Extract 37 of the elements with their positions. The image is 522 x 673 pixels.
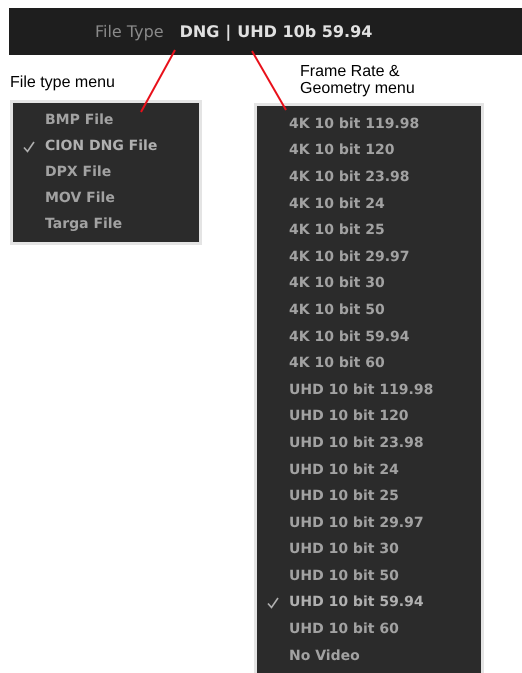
menu-item[interactable]: UHD 10 bit 23.98 [257, 430, 481, 457]
menu-item[interactable]: UHD 10 bit 119.98 [257, 376, 481, 404]
menu-item[interactable]: 4K 10 bit 60 [257, 350, 481, 377]
leader-line [251, 50, 287, 110]
menu-item[interactable]: UHD 10 bit 29.97 [257, 510, 481, 536]
menu-item[interactable]: No Video [257, 642, 481, 670]
menu-item[interactable]: UHD 10 bit 30 [257, 536, 481, 564]
menu-item[interactable]: UHD 10 bit 59.94 [257, 590, 481, 616]
menu-caption: Frame Rate & [300, 63, 401, 80]
menu-item[interactable]: MOV File [13, 185, 199, 212]
menu-item[interactable]: 4K 10 bit 50 [257, 297, 481, 324]
menu-item[interactable]: DPX File [13, 160, 199, 186]
menu-item[interactable]: CION DNG File [13, 134, 199, 160]
menu-item[interactable]: UHD 10 bit 50 [257, 563, 481, 590]
menu-item[interactable]: 4K 10 bit 24 [257, 190, 481, 218]
menu-caption: File type menu [10, 73, 116, 93]
checkmark-icon [23, 140, 35, 153]
checkmark-icon [267, 596, 279, 609]
file-type-value[interactable]: DNG [180, 20, 220, 44]
menu-item[interactable]: 4K 10 bit 25 [257, 217, 481, 244]
leader-line [140, 50, 176, 112]
menu-item[interactable]: Targa File [13, 211, 199, 237]
menu-item[interactable]: 4K 10 bit 119.98 [257, 111, 481, 138]
separator: | [225, 20, 232, 43]
menu-item[interactable]: UHD 10 bit 25 [257, 483, 481, 510]
format-value[interactable]: UHD 10b 59.94 [237, 20, 372, 44]
menu-item[interactable]: 4K 10 bit 30 [257, 270, 481, 298]
menu-item[interactable]: UHD 10 bit 24 [257, 456, 481, 484]
menu-item[interactable]: UHD 10 bit 60 [257, 616, 481, 643]
menu-item[interactable]: UHD 10 bit 120 [257, 404, 481, 430]
menu-caption: Geometry menu [300, 80, 416, 97]
menu-item[interactable]: 4K 10 bit 59.94 [257, 324, 481, 350]
menu-item[interactable]: 4K 10 bit 23.98 [257, 164, 481, 191]
menu-item[interactable]: 4K 10 bit 29.97 [257, 244, 481, 271]
file-type-label: File Type [95, 20, 164, 42]
menu-item[interactable]: BMP File [13, 108, 199, 134]
menu-item[interactable]: 4K 10 bit 120 [257, 138, 481, 164]
